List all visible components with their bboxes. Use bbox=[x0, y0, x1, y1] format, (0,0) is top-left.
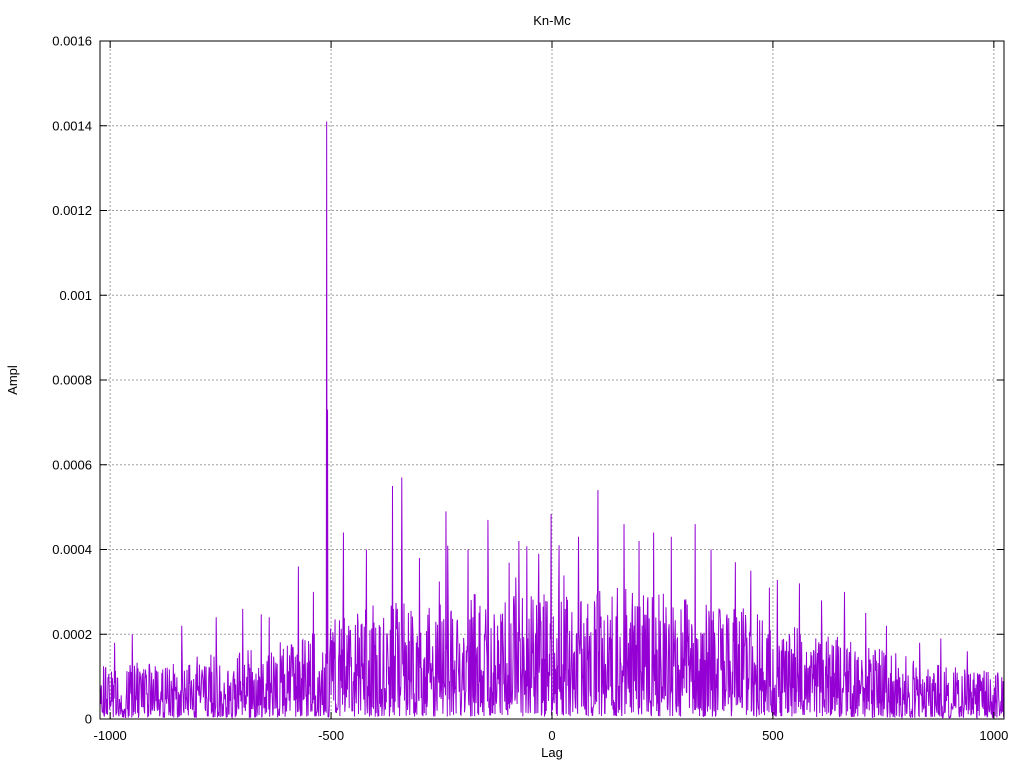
y-tick-label: 0.001 bbox=[59, 288, 92, 303]
y-tick-label: 0.0008 bbox=[52, 373, 92, 388]
y-tick-label: 0.0002 bbox=[52, 627, 92, 642]
correlation-chart: Kn-Mc Ampl Lag -1000 -500 0 500 1000 0 0.0002 0… bbox=[5, 13, 1008, 760]
tick-labels: -1000 -500 0 500 1000 0 0.0002 0.0004 0.0006 0.00… bbox=[52, 34, 1008, 744]
x-tick-label: 0 bbox=[548, 728, 555, 743]
y-axis-label: Ampl bbox=[5, 365, 20, 395]
y-tick-label: 0.0006 bbox=[52, 457, 92, 472]
y-tick-label: 0.0016 bbox=[52, 34, 92, 49]
y-tick-label: 0 bbox=[85, 712, 92, 727]
y-tick-label: 0.0004 bbox=[52, 542, 92, 557]
x-tick-label: -500 bbox=[318, 728, 344, 743]
y-tick-label: 0.0014 bbox=[52, 118, 92, 133]
grid-lines bbox=[100, 41, 1004, 719]
x-axis-label: Lag bbox=[541, 745, 563, 760]
y-tick-label: 0.0012 bbox=[52, 203, 92, 218]
chart-title: Kn-Mc bbox=[533, 13, 571, 28]
gnuplot-window: Kn-Mc Ampl Lag -1000 -500 0 500 1000 0 0.0002 0… bbox=[0, 0, 1024, 768]
x-tick-label: 1000 bbox=[979, 728, 1008, 743]
x-tick-label: 500 bbox=[762, 728, 784, 743]
x-tick-label: -1000 bbox=[94, 728, 127, 743]
